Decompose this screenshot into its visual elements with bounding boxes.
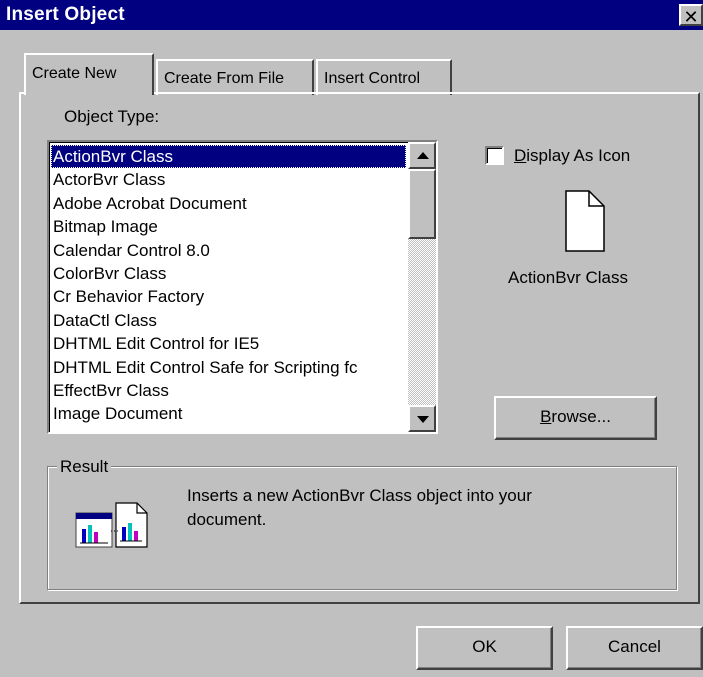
scroll-down-button[interactable] <box>408 405 436 432</box>
list-item[interactable]: Calendar Control 8.0 <box>51 239 406 262</box>
list-item[interactable]: DataCtl Class <box>51 309 406 332</box>
object-type-listbox[interactable]: ActionBvr Class ActorBvr Class Adobe Acrob… <box>47 140 438 434</box>
close-icon: ✕ <box>683 7 699 27</box>
tab-insert-control[interactable]: Insert Control <box>316 59 452 95</box>
list-item[interactable]: ActionBvr Class <box>51 145 406 169</box>
list-item[interactable]: DHTML Edit Control for IE5 <box>51 332 406 355</box>
list-item[interactable]: Adobe Acrobat Document <box>51 192 406 215</box>
list-item[interactable]: EffectBvr Class <box>51 379 406 402</box>
cancel-button[interactable]: Cancel <box>566 626 703 670</box>
scroll-up-button[interactable] <box>408 142 436 169</box>
result-objects-icon <box>75 501 155 556</box>
list-item[interactable]: DHTML Edit Control Safe for Scripting fc <box>51 356 406 379</box>
scroll-thumb[interactable] <box>408 169 436 239</box>
dialog-title: Insert Object <box>6 4 125 25</box>
cancel-label: Cancel <box>608 637 661 656</box>
close-button[interactable]: ✕ <box>679 4 703 27</box>
display-as-icon-label[interactable]: Display As Icon <box>514 146 630 166</box>
object-type-list[interactable]: ActionBvr Class ActorBvr Class Adobe Acrob… <box>51 145 406 431</box>
display-as-icon-accel: D <box>514 146 527 165</box>
listbox-scrollbar[interactable] <box>408 142 436 432</box>
scroll-up-arrow-icon <box>417 152 429 159</box>
tab-create-new[interactable]: Create New <box>24 53 154 95</box>
result-text-line2: document. <box>187 510 267 529</box>
icon-caption: ActionBvr Class <box>508 268 628 287</box>
result-text-line1: Inserts a new ActionBvr Class object int… <box>187 486 532 505</box>
list-item[interactable]: Bitmap Image <box>51 215 406 238</box>
browse-label: rowse... <box>551 407 611 426</box>
display-as-icon-text: isplay As Icon <box>526 146 631 165</box>
ok-label: OK <box>472 637 497 656</box>
browse-button[interactable]: Browse... <box>494 396 657 440</box>
result-title: Result <box>57 457 112 477</box>
list-item[interactable]: Image Document <box>51 402 406 425</box>
browse-accel: B <box>540 407 552 426</box>
tab-label: Insert Control <box>324 70 421 87</box>
object-type-label: Object Type: <box>64 107 160 126</box>
display-as-icon-checkbox[interactable] <box>485 146 504 165</box>
list-item[interactable]: ColorBvr Class <box>51 262 406 285</box>
scroll-down-arrow-icon <box>417 416 429 423</box>
tab-create-from-file[interactable]: Create From File <box>156 59 314 95</box>
list-item[interactable]: Cr Behavior Factory <box>51 285 406 308</box>
document-icon <box>565 190 605 257</box>
ok-button[interactable]: OK <box>416 626 553 670</box>
tab-label: Create New <box>32 65 117 82</box>
list-item[interactable]: ActorBvr Class <box>51 168 406 191</box>
tab-label: Create From File <box>164 70 285 87</box>
title-bar: Insert Object ✕ <box>0 0 703 30</box>
